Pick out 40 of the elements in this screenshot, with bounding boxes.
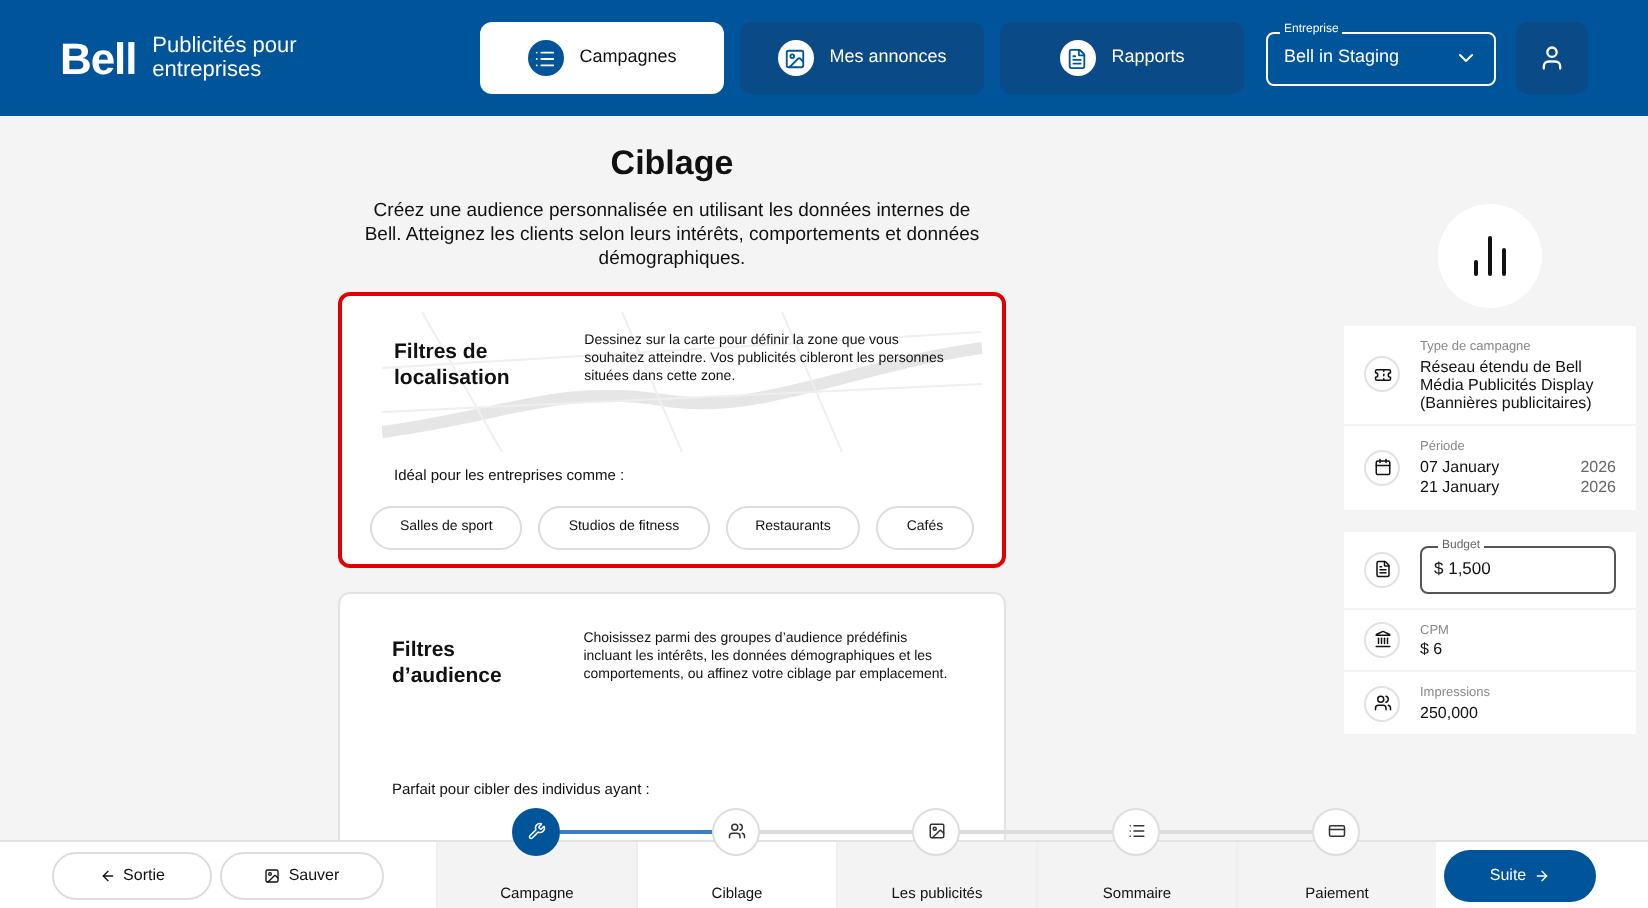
image-icon [264,867,281,883]
ticket-icon [1373,365,1391,384]
user-icon [1538,44,1566,72]
save-button[interactable]: Sauver [220,851,384,899]
summary-value: Réseau étendu de Bell Média Publicités Display (Bannières publicitaires) [1420,357,1596,412]
arrow-left-icon [99,867,116,883]
list-icon [534,47,557,69]
image-icon [927,822,945,840]
people-icon [727,822,745,840]
logo: Bell [60,31,137,87]
filter-card[interactable] [338,292,1006,568]
date-text: 21 January [1420,477,1500,497]
intro-text: Créez une audience personnalisée en utilisant les données internes de Bell. Atteignez les clients selon leurs intérêts, comportements et données démographiques. [362,200,982,272]
nav-tab[interactable]: Mes annonces [740,22,984,94]
summary-value: $ 6 [1420,640,1445,659]
year-text: 2026 [1580,457,1616,477]
bank-icon [1373,630,1391,649]
arrow-right-icon [1534,867,1551,883]
card-title: Filtres d’audience [392,638,504,690]
document-icon [1373,560,1391,578]
wrench-icon [527,822,545,840]
exit-button[interactable]: Sortie [52,851,212,899]
summary-value: 250,000 [1420,704,1480,722]
next-button[interactable]: Suite [1444,849,1596,901]
image-icon [784,47,807,69]
nav-tab[interactable]: Campagnes [480,22,724,94]
select-value: Bell in Staging [1284,44,1400,71]
people-icon [1373,694,1391,713]
page-title: Ciblage [610,144,734,184]
list-icon [1127,822,1145,840]
field-value: $ 1,500 [1434,556,1491,582]
card-title: Filtres de localisation [394,340,512,392]
nav-tab[interactable]: Rapports [1000,22,1244,94]
year-text: 2026 [1580,477,1616,497]
brand-name: Publicités pour entreprises [152,34,299,82]
document-icon [1066,47,1089,69]
calendar-icon [1373,458,1391,477]
card-icon [1327,822,1345,840]
account-button[interactable] [1516,22,1588,94]
date-text: 07 January [1420,457,1500,477]
